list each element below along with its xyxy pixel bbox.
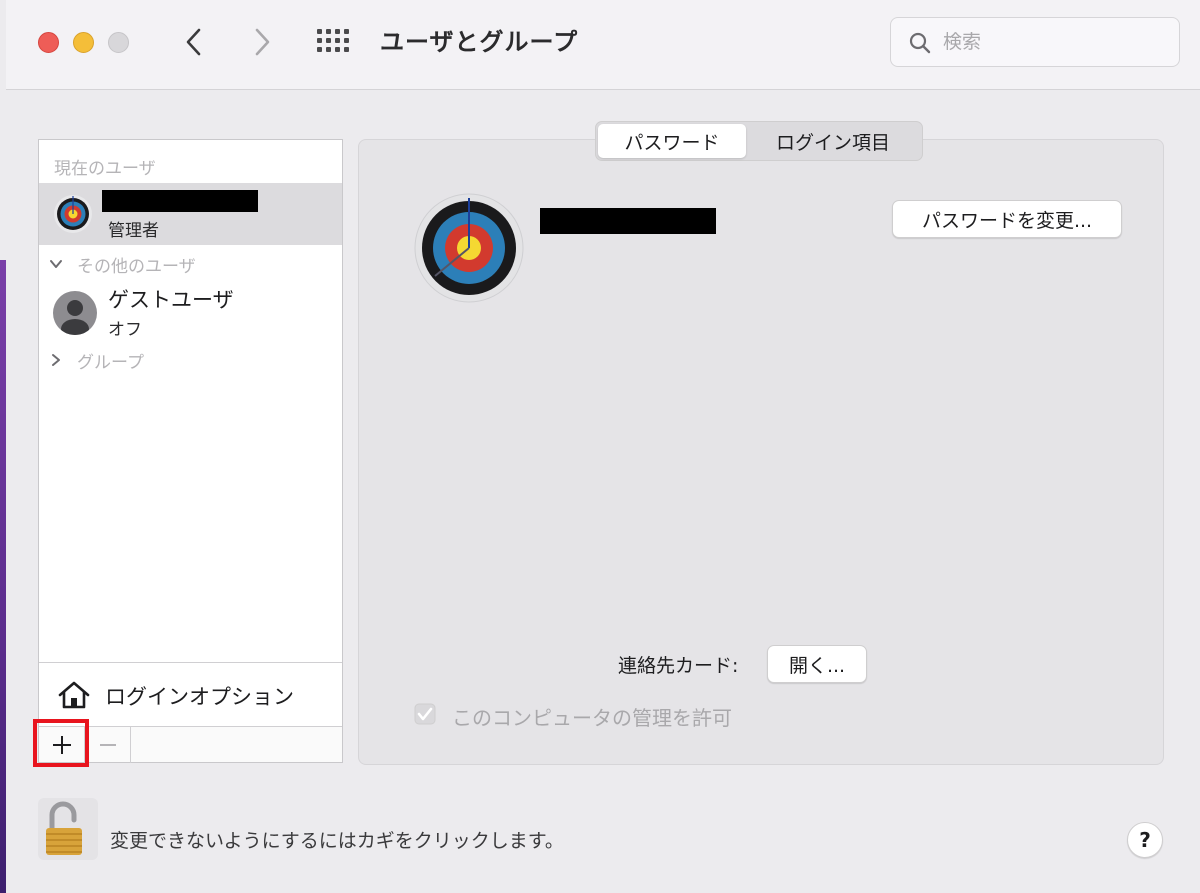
minimize-button[interactable] bbox=[73, 32, 94, 53]
target-avatar-large-icon[interactable] bbox=[413, 192, 525, 304]
current-user-role: 管理者 bbox=[108, 221, 159, 241]
guest-user-name: ゲストユーザ bbox=[108, 288, 234, 312]
current-user-row[interactable]: 管理者 bbox=[39, 183, 342, 245]
minus-icon bbox=[99, 744, 116, 746]
zoom-button[interactable] bbox=[108, 32, 129, 53]
other-users-header: その他のユーザ bbox=[77, 257, 196, 277]
login-options-label: ログインオプション bbox=[105, 685, 294, 709]
search-icon bbox=[909, 32, 931, 54]
redacted-user-full-name bbox=[540, 208, 716, 234]
groups-header: グループ bbox=[77, 353, 144, 373]
house-icon bbox=[58, 681, 90, 709]
target-avatar-icon bbox=[54, 195, 92, 233]
contact-card-label: 連絡先カード: bbox=[618, 655, 739, 677]
chevron-left-icon bbox=[186, 28, 201, 56]
allow-admin-label: このコンピュータの管理を許可 bbox=[452, 706, 732, 730]
current-users-header: 現在のユーザ bbox=[54, 159, 156, 179]
chevron-down-icon bbox=[50, 260, 62, 268]
lock-hint-text: 変更できないようにするにはカギをクリックします。 bbox=[110, 830, 564, 852]
add-button-highlight bbox=[33, 719, 89, 767]
person-icon bbox=[61, 300, 89, 335]
remove-user-button[interactable] bbox=[85, 727, 131, 763]
login-options-item[interactable]: ログインオプション bbox=[39, 662, 342, 726]
back-button[interactable] bbox=[176, 22, 212, 62]
tab-login-items[interactable]: ログイン項目 bbox=[746, 124, 920, 158]
close-button[interactable] bbox=[38, 32, 59, 53]
system-preferences-window: ユーザとグループ 現在のユーザ 管理者 bbox=[6, 0, 1200, 893]
show-all-grid-icon[interactable] bbox=[317, 28, 353, 56]
toolbar: ユーザとグループ bbox=[6, 0, 1200, 90]
chevron-right-icon bbox=[255, 28, 270, 56]
forward-button[interactable] bbox=[244, 22, 280, 62]
allow-admin-checkbox[interactable] bbox=[414, 703, 436, 725]
guest-user-row[interactable]: ゲストユーザ オフ bbox=[39, 280, 342, 342]
users-sidebar: 現在のユーザ 管理者 その他のユーザ ゲストユーザ オフ グループ ログインオプ… bbox=[33, 139, 343, 767]
sidebar-toolbar bbox=[33, 719, 342, 767]
change-password-button[interactable]: パスワードを変更... bbox=[892, 200, 1122, 238]
help-button[interactable]: ? bbox=[1127, 822, 1163, 858]
open-contact-button[interactable]: 開く... bbox=[767, 645, 867, 683]
guest-user-status: オフ bbox=[108, 320, 142, 340]
guest-avatar bbox=[53, 291, 97, 335]
tab-password[interactable]: パスワード bbox=[598, 124, 746, 158]
other-users-disclosure[interactable]: その他のユーザ bbox=[39, 252, 342, 278]
unlocked-padlock-icon[interactable] bbox=[38, 798, 98, 860]
groups-disclosure[interactable]: グループ bbox=[39, 348, 342, 374]
search-field[interactable] bbox=[890, 17, 1180, 67]
redacted-user-name bbox=[102, 190, 258, 212]
window-title: ユーザとグループ bbox=[380, 28, 579, 56]
tab-control: パスワード ログイン項目 bbox=[595, 121, 923, 161]
chevron-right-icon bbox=[52, 354, 60, 366]
search-input[interactable] bbox=[943, 26, 1163, 58]
